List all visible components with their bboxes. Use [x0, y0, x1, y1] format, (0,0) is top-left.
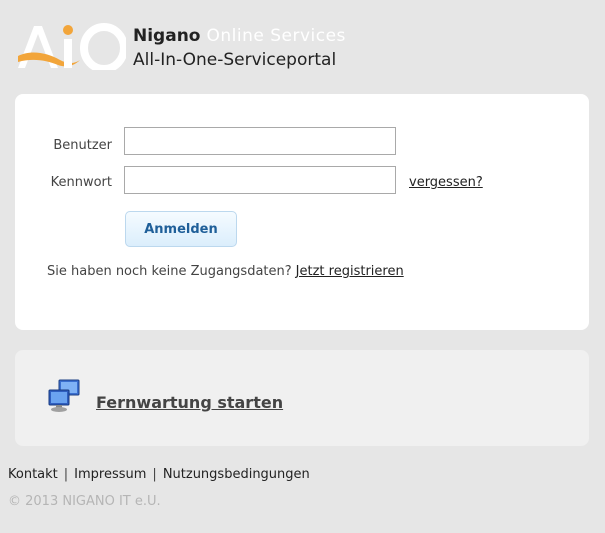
forgot-password-link[interactable]: vergessen?	[409, 175, 483, 190]
footer-links: Kontakt | Impressum | Nutzungsbedingungen	[8, 467, 310, 482]
register-link[interactable]: Jetzt registrieren	[296, 264, 404, 279]
brand-name: Nigano	[133, 26, 201, 46]
remote-maintenance-link[interactable]: Fernwartung starten	[96, 393, 283, 412]
user-input[interactable]	[124, 127, 396, 155]
register-line: Sie haben noch keine Zugangsdaten? Jetzt …	[47, 264, 404, 279]
copyright: © 2013 NIGANO IT e.U.	[8, 494, 161, 509]
footer-link-kontakt[interactable]: Kontakt	[8, 467, 58, 482]
footer-separator: |	[63, 467, 69, 482]
header: Nigano Online Services All-In-One-Service…	[0, 0, 605, 90]
aio-logo-icon	[18, 23, 126, 70]
register-text: Sie haben noch keine Zugangsdaten?	[47, 264, 292, 279]
brand-title: Nigano Online Services	[133, 26, 346, 46]
password-input[interactable]	[124, 166, 396, 194]
password-label: Kennwort	[50, 175, 112, 190]
user-label: Benutzer	[53, 138, 112, 153]
footer-link-impressum[interactable]: Impressum	[74, 467, 146, 482]
brand-subtitle: Online Services	[206, 26, 346, 46]
login-button[interactable]: Anmelden	[125, 211, 237, 247]
footer-separator: |	[152, 467, 157, 482]
remote-computer-icon[interactable]	[47, 378, 81, 414]
footer-link-nutzungsbedingungen[interactable]: Nutzungsbedingungen	[163, 467, 310, 482]
brand-tagline: All-In-One-Serviceportal	[133, 50, 337, 70]
